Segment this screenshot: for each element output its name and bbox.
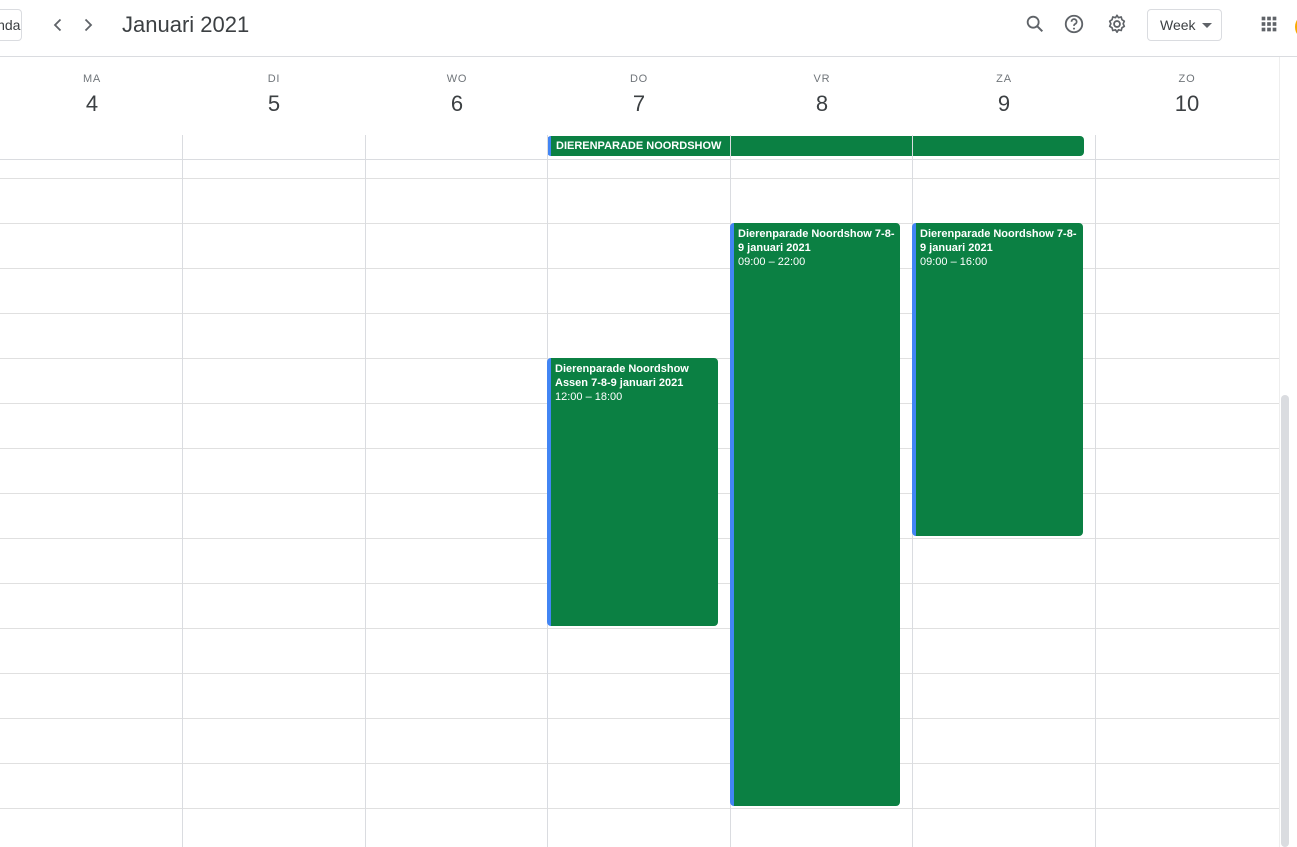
avatar[interactable] bbox=[1293, 12, 1297, 42]
day-number[interactable]: 5 bbox=[183, 91, 365, 117]
day-header-mon[interactable]: MA 4 bbox=[1, 57, 183, 117]
day-header-wed[interactable]: WO 6 bbox=[366, 57, 548, 117]
apps-button[interactable] bbox=[1256, 11, 1282, 37]
day-of-week: DO bbox=[629, 73, 649, 85]
event-thursday[interactable]: Dierenparade Noordshow Assen 7-8-9 janua… bbox=[547, 358, 718, 626]
search-button[interactable] bbox=[1022, 11, 1048, 37]
apps-grid-icon bbox=[1261, 16, 1277, 32]
search-icon bbox=[1026, 15, 1044, 33]
event-title: Dierenparade Noordshow 7-8-9 januari 202… bbox=[738, 228, 895, 254]
hour-line bbox=[0, 718, 1279, 719]
help-icon bbox=[1064, 14, 1084, 34]
day-of-week: ZO bbox=[1178, 73, 1196, 85]
hour-line bbox=[0, 763, 1279, 764]
caret-down-icon bbox=[1202, 23, 1212, 28]
top-bar: Vandaag Januari 2021 Week bbox=[0, 0, 1297, 57]
all-day-row[interactable]: DIERENPARADE NOORDSHOW bbox=[0, 135, 1279, 160]
event-time: 09:00 – 16:00 bbox=[920, 256, 988, 268]
hour-line bbox=[0, 673, 1279, 674]
day-number[interactable]: 6 bbox=[366, 91, 548, 117]
event-time: 09:00 – 22:00 bbox=[738, 256, 806, 268]
event-title: Dierenparade Noordshow Assen 7-8-9 janua… bbox=[555, 363, 689, 389]
day-divider bbox=[182, 135, 183, 847]
day-of-week: DI bbox=[267, 73, 281, 85]
chevron-right-icon bbox=[84, 18, 93, 32]
day-header-sun[interactable]: ZO 10 bbox=[1096, 57, 1278, 117]
event-saturday[interactable]: Dierenparade Noordshow 7-8-9 januari 202… bbox=[912, 223, 1083, 536]
day-header-fri[interactable]: VR 8 bbox=[731, 57, 913, 117]
day-number[interactable]: 9 bbox=[913, 91, 1095, 117]
day-of-week: MA bbox=[82, 73, 102, 85]
view-selector-label: Week bbox=[1160, 17, 1196, 33]
day-number[interactable]: 7 bbox=[548, 91, 730, 117]
next-week-button[interactable] bbox=[74, 10, 102, 40]
day-number[interactable]: 10 bbox=[1096, 91, 1278, 117]
help-button[interactable] bbox=[1061, 11, 1087, 37]
today-button[interactable]: Vandaag bbox=[0, 9, 22, 41]
day-divider bbox=[1095, 135, 1096, 847]
hour-line bbox=[0, 628, 1279, 629]
day-of-week: VR bbox=[813, 73, 831, 85]
day-number[interactable]: 8 bbox=[731, 91, 913, 117]
hour-line bbox=[0, 178, 1279, 179]
event-time: 12:00 – 18:00 bbox=[555, 391, 623, 403]
day-divider bbox=[365, 135, 366, 847]
day-number[interactable]: 4 bbox=[1, 91, 183, 117]
event-title: Dierenparade Noordshow 7-8-9 januari 202… bbox=[920, 228, 1077, 254]
day-of-week: WO bbox=[446, 73, 468, 85]
day-of-week: ZA bbox=[996, 73, 1012, 85]
settings-button[interactable] bbox=[1104, 11, 1130, 37]
page-title: Januari 2021 bbox=[122, 12, 250, 37]
day-header-thu[interactable]: DO 7 bbox=[548, 57, 730, 117]
view-selector[interactable]: Week bbox=[1147, 9, 1222, 41]
scrollbar-thumb[interactable] bbox=[1281, 395, 1289, 847]
hour-line bbox=[0, 223, 1279, 224]
time-grid[interactable]: Dierenparade Noordshow Assen 7-8-9 janua… bbox=[0, 135, 1279, 847]
gear-icon bbox=[1108, 14, 1126, 33]
day-header: MA 4 DI 5 WO 6 DO 7 VR 8 ZA 9 ZO 10 bbox=[0, 57, 1279, 135]
day-header-sat[interactable]: ZA 9 bbox=[913, 57, 1095, 117]
hour-line bbox=[0, 268, 1279, 269]
all-day-event[interactable]: DIERENPARADE NOORDSHOW bbox=[547, 136, 1084, 156]
chevron-left-icon bbox=[53, 18, 62, 32]
day-header-tue[interactable]: DI 5 bbox=[183, 57, 365, 117]
hour-line bbox=[0, 313, 1279, 314]
hour-line bbox=[0, 808, 1279, 809]
event-friday[interactable]: Dierenparade Noordshow 7-8-9 januari 202… bbox=[730, 223, 900, 806]
previous-week-button[interactable] bbox=[44, 10, 72, 40]
